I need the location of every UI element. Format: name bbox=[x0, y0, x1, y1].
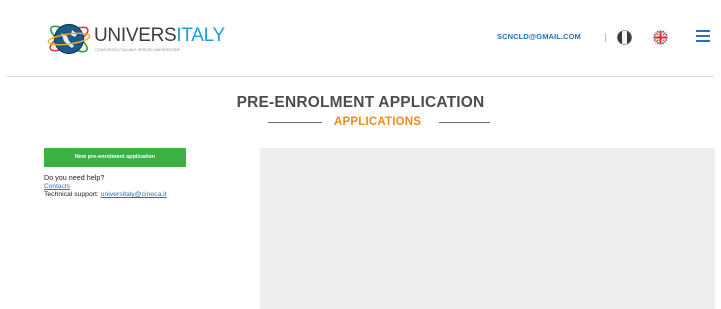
globe-logo-icon bbox=[47, 23, 91, 55]
logo-word-part-1: UNIVERS bbox=[94, 25, 177, 46]
applications-panel bbox=[260, 148, 715, 309]
page-subtitle-block: APPLICATIONS bbox=[268, 114, 490, 130]
user-account-email[interactable]: SCNCLD@GMAIL.COM bbox=[497, 32, 581, 42]
technical-support-row: Technical support: universitaly@cineca.i… bbox=[44, 191, 167, 200]
hamburger-menu-icon[interactable] bbox=[695, 28, 711, 44]
italian-flag-icon[interactable] bbox=[617, 30, 632, 45]
subtitle-rule-right bbox=[439, 122, 490, 123]
subtitle-rule-left bbox=[268, 122, 322, 123]
help-question: Do you need help? bbox=[44, 173, 105, 182]
logo-wordmark: UNIVERSITALY bbox=[94, 26, 225, 46]
uk-flag-icon[interactable] bbox=[653, 30, 668, 45]
new-application-button[interactable]: New pre-enrolment application bbox=[44, 148, 186, 167]
contacts-link[interactable]: Contacts bbox=[44, 183, 70, 191]
support-email-link[interactable]: universitaly@cineca.it bbox=[101, 191, 167, 198]
universitaly-logo[interactable]: UNIVERSITALY CONSORZIO ITALIANO SERVIZI … bbox=[46, 17, 225, 61]
page-subtitle: APPLICATIONS bbox=[334, 116, 422, 128]
header-divider bbox=[7, 76, 714, 77]
top-header: UNIVERSITALY CONSORZIO ITALIANO SERVIZI … bbox=[0, 0, 721, 76]
page-title: PRE-ENROLMENT APPLICATION bbox=[236, 94, 485, 111]
support-label: Technical support: bbox=[44, 191, 99, 198]
logo-word-part-2: ITALY bbox=[176, 25, 225, 46]
header-separator bbox=[605, 33, 606, 42]
logo-tagline: CONSORZIO ITALIANO SERVIZI UNIVERSITARI bbox=[95, 48, 181, 52]
